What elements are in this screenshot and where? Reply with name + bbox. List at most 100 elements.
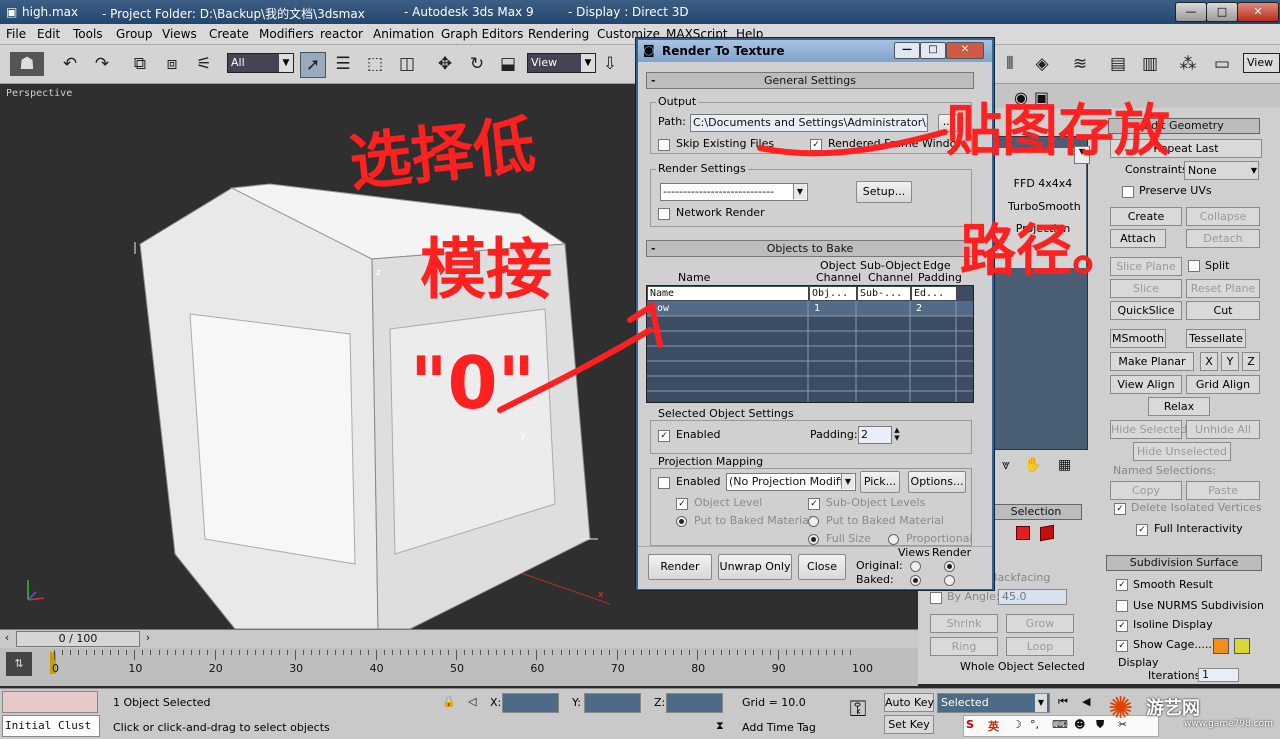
redo-icon[interactable]: ↷ (90, 52, 114, 76)
browse-path-button[interactable]: ... (938, 114, 958, 132)
use-nurms-checkbox[interactable] (1116, 600, 1128, 612)
setup-button[interactable]: Setup... (856, 181, 912, 203)
menu-animation[interactable]: Animation (373, 27, 434, 41)
track-bar[interactable]: ⇅ 0 10 20 30 40 50 60 70 80 90 100 (0, 648, 918, 686)
punctuation-icon[interactable]: °, (1030, 718, 1039, 731)
collapse-button[interactable]: Collapse (1186, 207, 1260, 226)
slice-plane-button[interactable]: Slice Plane (1110, 257, 1182, 276)
sub-object-levels-checkbox[interactable]: ✓ (808, 498, 820, 510)
network-render-checkbox[interactable] (658, 208, 670, 220)
view-align-button[interactable]: View Align (1110, 375, 1182, 394)
undo-icon[interactable]: ↶ (58, 52, 82, 76)
detach-button[interactable]: Detach (1186, 229, 1260, 248)
selection-filter-dropdown[interactable]: All ▼ (227, 53, 294, 73)
pick-button[interactable]: Pick... (860, 471, 900, 493)
pivot-center-icon[interactable]: ⇩ (598, 52, 622, 76)
ref-coord-dropdown[interactable]: View ▼ (527, 53, 596, 73)
bind-spacewarp-icon[interactable]: ⚟ (192, 52, 216, 76)
reactor-icon[interactable]: ☗ (10, 52, 44, 76)
unlink-icon[interactable]: ⧈ (160, 52, 184, 76)
padding-input[interactable]: 2 (858, 426, 892, 444)
by-angle-checkbox[interactable] (930, 592, 942, 604)
menu-modifiers[interactable]: Modifiers (259, 27, 314, 41)
rectangular-selection-icon[interactable]: ⬚ (363, 52, 387, 76)
copy-button[interactable]: Copy (1110, 481, 1182, 500)
pin-stack-icon[interactable]: ⩔ (1002, 457, 1010, 473)
preserve-uvs-checkbox[interactable] (1122, 186, 1134, 198)
render-settings-dropdown[interactable]: ---------------------------- ▼ (660, 183, 808, 201)
unwrap-only-button[interactable]: Unwrap Only (718, 554, 792, 580)
menu-reactor[interactable]: reactor (320, 27, 363, 41)
iterations-input[interactable]: 1 (1198, 668, 1239, 682)
time-tag-icon[interactable]: ⧗ (716, 719, 724, 733)
scale-icon[interactable]: ⬓ (496, 52, 520, 76)
planar-z-button[interactable]: Z (1242, 352, 1260, 371)
prev-key-icon[interactable]: ◀ (1082, 695, 1090, 708)
key-icon[interactable]: ⚿ (838, 697, 878, 731)
lock-icon[interactable]: 🔒 (442, 695, 456, 708)
add-time-tag[interactable]: Add Time Tag (742, 721, 816, 734)
grid-align-button[interactable]: Grid Align (1186, 375, 1260, 394)
dialog-maximize-button[interactable]: □ (920, 42, 946, 59)
skip-existing-checkbox[interactable] (658, 139, 670, 151)
relax-button[interactable]: Relax (1148, 397, 1210, 416)
hide-selected-button[interactable]: Hide Selected (1110, 420, 1187, 439)
move-icon[interactable]: ✥ (433, 52, 457, 76)
menu-graph-editors[interactable]: Graph Editors (441, 27, 523, 41)
hide-unselected-button[interactable]: Hide Unselected (1133, 442, 1231, 461)
time-slider-thumb[interactable]: 0 / 100 (16, 631, 140, 647)
object-level-checkbox[interactable]: ✓ (676, 498, 688, 510)
subdivision-surface-rollout[interactable]: Subdivision Surface (1106, 555, 1262, 571)
split-checkbox[interactable] (1188, 260, 1200, 272)
delete-isolated-checkbox[interactable]: ✓ (1114, 503, 1126, 515)
render-type-dropdown[interactable]: View (1243, 53, 1280, 73)
element-icon[interactable] (1016, 526, 1030, 540)
original-render-radio[interactable] (944, 561, 955, 572)
schematic-view-icon[interactable]: ▥ (1138, 52, 1162, 76)
sogou-icon[interactable]: S (966, 718, 974, 731)
projection-modifier-dropdown[interactable]: (No Projection Modifier ▼ (726, 473, 856, 491)
configure-sets-icon[interactable]: ▦ (1058, 457, 1071, 473)
y-coord-input[interactable] (584, 693, 641, 713)
ime-language[interactable]: 英 (988, 718, 999, 734)
create-button[interactable]: Create (1110, 207, 1182, 226)
next-frame-icon[interactable]: › (141, 631, 155, 645)
chevron-down-icon[interactable]: ▼ (1074, 146, 1090, 164)
attach-button[interactable]: Attach (1110, 229, 1166, 248)
material-editor-icon[interactable]: ⁂ (1176, 52, 1200, 76)
user-icon[interactable]: ☻ (1074, 718, 1085, 731)
show-cage-checkbox[interactable]: ✓ (1116, 640, 1128, 652)
original-views-radio[interactable] (910, 561, 921, 572)
paste-button[interactable]: Paste (1186, 481, 1260, 500)
render-scene-icon[interactable]: ▭ (1210, 52, 1234, 76)
reset-plane-button[interactable]: Reset Plane (1186, 279, 1260, 298)
mirror-icon[interactable]: ⫴ (998, 52, 1022, 76)
menu-tools[interactable]: Tools (73, 27, 103, 41)
menu-rendering[interactable]: Rendering (528, 27, 589, 41)
edit-geometry-rollout[interactable]: Edit Geometry (1108, 118, 1260, 134)
polygon-icon[interactable] (1040, 524, 1054, 542)
menu-edit[interactable]: Edit (37, 27, 60, 41)
constraints-dropdown[interactable]: None ▼ (1184, 161, 1259, 180)
put-to-baked-radio-1[interactable] (676, 516, 687, 527)
minimize-button[interactable]: — (1175, 2, 1207, 22)
menu-file[interactable]: File (6, 27, 26, 41)
absolute-mode-icon[interactable]: ◁ (468, 695, 476, 708)
menu-group[interactable]: Group (116, 27, 153, 41)
unhide-all-button[interactable]: Unhide All (1186, 420, 1260, 439)
make-planar-button[interactable]: Make Planar (1110, 352, 1194, 371)
objects-to-bake-rollout[interactable]: - Objects to Bake (646, 240, 974, 257)
set-key-button[interactable]: Set Key (884, 715, 934, 734)
close-dialog-button[interactable]: Close (798, 554, 846, 580)
keyboard-icon[interactable]: ⌨ (1052, 718, 1068, 731)
loop-button[interactable]: Loop (1006, 637, 1074, 656)
full-size-radio[interactable] (808, 534, 819, 545)
isoline-display-checkbox[interactable]: ✓ (1116, 620, 1128, 632)
baked-views-radio[interactable] (910, 575, 921, 586)
time-slider[interactable]: ‹ 0 / 100 › (0, 629, 918, 648)
moon-icon[interactable]: ☽ (1012, 718, 1022, 731)
dialog-minimize-button[interactable]: — (894, 42, 920, 59)
goto-start-icon[interactable]: ⏮ (1058, 695, 1068, 709)
baked-render-radio[interactable] (944, 575, 955, 586)
utilities-panel-icon[interactable]: ▣ (1034, 88, 1049, 107)
